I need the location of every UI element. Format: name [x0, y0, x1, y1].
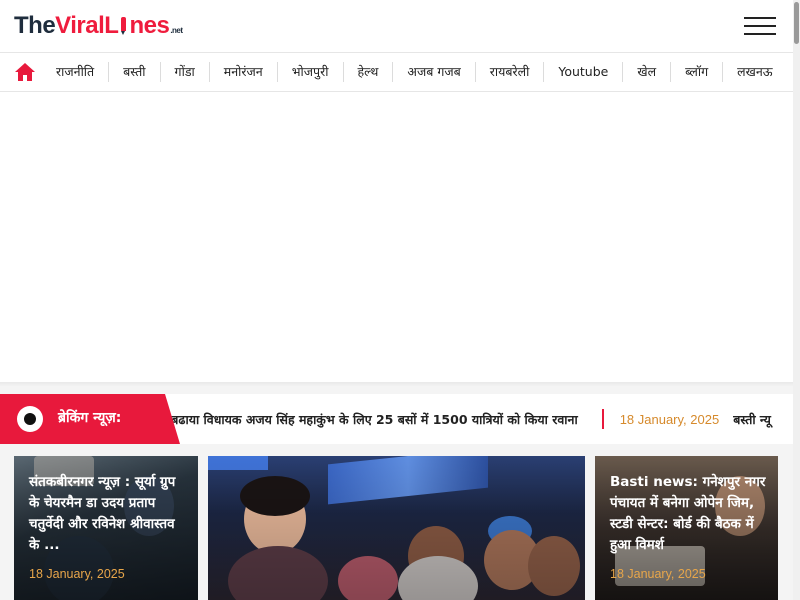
- ticker-date: 18 January, 2025: [619, 411, 720, 427]
- logo-tld: .net: [170, 26, 183, 35]
- news-card-title[interactable]: Basti news: गनेशपुर नगर पंचायत में बनेगा…: [610, 472, 766, 556]
- site-header: TheViralL nes.net: [0, 0, 793, 52]
- news-card-featured-image[interactable]: [208, 456, 585, 600]
- logo-text-nes: nes: [129, 12, 170, 39]
- nav-item[interactable]: खेल: [622, 62, 670, 82]
- record-dot-icon: [17, 406, 43, 432]
- nav-items: राजनीति बस्ती गोंडा मनोरंजन भोजपुरी हेल्थ अजब …: [44, 53, 787, 91]
- nav-item[interactable]: Youtube: [543, 62, 622, 82]
- nav-item[interactable]: बस्ती: [108, 62, 159, 82]
- nav-item[interactable]: गोंडा: [159, 62, 209, 82]
- ad-area: [0, 93, 793, 383]
- breaking-news-bar: ने बढाया विधायक अजय सिंह महाकुंभ के लिए …: [0, 394, 793, 444]
- nav-item[interactable]: लखनऊ: [722, 62, 786, 82]
- breaking-news-label-text: ब्रेकिंग न्यूज़:: [58, 410, 122, 426]
- nav-item[interactable]: मनोरंजन: [208, 62, 277, 82]
- news-card-date: 18 January, 2025: [610, 567, 706, 581]
- main-nav: राजनीति बस्ती गोंडा मनोरंजन भोजपुरी हेल्थ अजब …: [0, 52, 793, 92]
- hamburger-menu-icon[interactable]: [744, 15, 776, 37]
- site-logo[interactable]: TheViralL nes.net: [14, 12, 183, 40]
- ticker-next-headline[interactable]: बस्ती न्यू: [733, 411, 771, 428]
- home-icon[interactable]: [14, 62, 36, 82]
- scrollbar-track[interactable]: [793, 0, 800, 600]
- logo-text-the: The: [14, 12, 56, 39]
- nav-item[interactable]: हेल्थ: [342, 62, 393, 82]
- ticker-separator: [601, 409, 604, 429]
- news-card-date: 18 January, 2025: [29, 567, 125, 581]
- pen-nib-icon: [119, 15, 128, 35]
- nav-item[interactable]: राजनीति: [44, 62, 108, 82]
- logo-text-viral: Viral: [55, 12, 105, 39]
- scrollbar-thumb[interactable]: [794, 2, 799, 44]
- nav-item[interactable]: ब्लॉग: [670, 62, 722, 82]
- nav-item[interactable]: भोजपुरी: [276, 62, 343, 82]
- breaking-news-ticker[interactable]: ने बढाया विधायक अजय सिंह महाकुंभ के लिए …: [160, 394, 771, 444]
- news-card-left[interactable]: संतकबीरनगर न्यूज़ : सूर्या ग्रुप के चेयर…: [14, 456, 198, 600]
- news-card-right[interactable]: Basti news: गनेशपुर नगर पंचायत में बनेगा…: [595, 456, 778, 600]
- page: TheViralL nes.net राजनीति बस्ती गोंडा मनोरंज…: [0, 0, 800, 600]
- nav-item[interactable]: अजब गजब: [392, 62, 474, 82]
- news-card-title[interactable]: संतकबीरनगर न्यूज़ : सूर्या ग्रुप के चेयर…: [29, 472, 186, 556]
- nav-item[interactable]: रायबरेली: [474, 62, 544, 82]
- breaking-news-label: ब्रेकिंग न्यूज़:: [0, 394, 180, 444]
- ticker-headline[interactable]: ने बढाया विधायक अजय सिंह महाकुंभ के लिए …: [160, 411, 578, 428]
- logo-text-l: L: [104, 12, 119, 39]
